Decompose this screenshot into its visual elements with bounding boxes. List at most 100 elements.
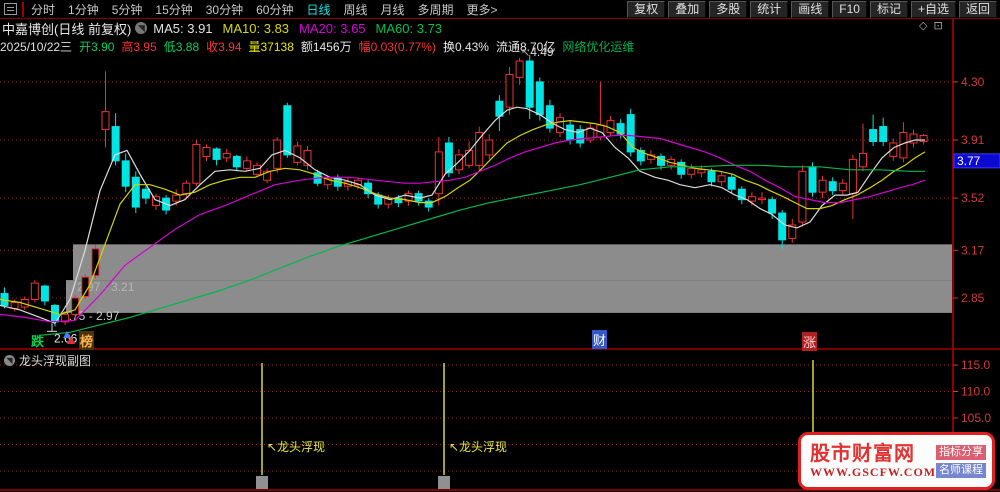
- sub-axis-label: 105.0: [961, 411, 991, 425]
- candle-body: [698, 170, 705, 173]
- candle-body: [748, 197, 755, 201]
- candle-body: [870, 130, 877, 142]
- quote-bar: 2025/10/22三 开3.90高3.95低3.88收3.94量37138额1…: [0, 37, 1000, 55]
- candle-body: [759, 198, 766, 199]
- period-tab-60分钟[interactable]: 60分钟: [256, 3, 293, 17]
- candle-body: [880, 127, 887, 142]
- toolbar-button-叠加[interactable]: 叠加: [668, 1, 706, 18]
- signal-marker: [256, 476, 268, 489]
- sub-chart-header[interactable]: ◥ 龙头浮现副图: [4, 352, 91, 369]
- period-tab-日线[interactable]: 日线: [306, 3, 330, 17]
- marker-cai[interactable]: 财: [592, 330, 607, 349]
- quote-item: 额1456万: [301, 40, 352, 54]
- toolbar-button-+自选[interactable]: +自选: [911, 1, 956, 18]
- quote-item: 量37138: [249, 40, 294, 54]
- candle-body: [728, 177, 735, 189]
- collapse-icon[interactable]: ◥: [135, 22, 147, 34]
- watermark-text-block: 股市财富网 WWW.GSCFW.COM: [810, 443, 936, 480]
- candle-body: [193, 144, 200, 183]
- toolbar-button-标记[interactable]: 标记: [870, 1, 908, 18]
- candle-body: [456, 155, 463, 170]
- candle-body: [839, 183, 846, 190]
- price-axis-label: 3.91: [961, 133, 985, 147]
- candle-body: [718, 176, 725, 182]
- watermark-url: WWW.GSCFW.COM: [810, 465, 936, 480]
- candle-body: [233, 156, 240, 166]
- sub-axis-label: 115.0: [961, 358, 990, 372]
- peak-arrow-icon: ↖: [521, 47, 530, 59]
- candle-body: [284, 106, 291, 155]
- period-tab-多周期[interactable]: 多周期: [418, 3, 454, 17]
- candle-body: [769, 200, 776, 213]
- ma-label: MA5: 3.91: [153, 21, 212, 36]
- ma-label: MA60: 3.73: [376, 21, 443, 36]
- toolbar-button-复权[interactable]: 复权: [627, 1, 665, 18]
- candle-body: [506, 74, 513, 107]
- price-axis-label: 4.30: [961, 75, 985, 89]
- candle-body: [466, 150, 473, 165]
- up-arrow-icon[interactable]: [63, 330, 78, 346]
- quote-item: 低3.88: [164, 40, 199, 54]
- quote-item: 幅0.03(0.77%): [359, 40, 436, 54]
- toolbar-button-统计[interactable]: 统计: [750, 1, 788, 18]
- stock-title: 中嘉博创(日线 前复权): [2, 19, 131, 38]
- quote-date: 2025/10/22三: [0, 38, 72, 55]
- toolbar-button-返回[interactable]: 返回: [959, 1, 997, 18]
- candle-body: [294, 146, 301, 162]
- candle-body: [557, 118, 564, 133]
- window-icon[interactable]: [4, 3, 17, 15]
- price-axis-label: 3.52: [961, 191, 985, 205]
- quote-item: 网络优化运维: [562, 40, 634, 54]
- candle-body: [536, 82, 543, 115]
- candle-body: [173, 195, 180, 201]
- candle-body: [526, 61, 533, 107]
- candle-body: [132, 177, 139, 207]
- period-tab-分时[interactable]: 分时: [31, 3, 55, 17]
- toolbar-divider: [22, 2, 24, 17]
- marker-rank[interactable]: 榜: [79, 331, 94, 350]
- signal-label: ↖龙头浮现: [267, 438, 325, 455]
- candle-body: [708, 171, 715, 181]
- candle-body: [829, 182, 836, 191]
- toolbar-button-多股[interactable]: 多股: [709, 1, 747, 18]
- watermark-title: 股市财富网: [810, 443, 936, 465]
- collapse-sub-icon[interactable]: ◥: [4, 355, 15, 366]
- chart-separator: [0, 348, 1000, 350]
- badge-teacher-course: 名师课程: [936, 463, 986, 478]
- toolbar-button-F10[interactable]: F10: [832, 1, 867, 18]
- period-tab-更多>[interactable]: 更多>: [467, 3, 498, 17]
- price-axis-line: [952, 19, 954, 55]
- candle-body: [203, 147, 210, 156]
- candle-body: [476, 133, 483, 166]
- candle-body: [243, 161, 250, 168]
- candle-body: [516, 61, 523, 77]
- marker-fall[interactable]: 跌: [31, 331, 44, 350]
- period-tab-月线[interactable]: 月线: [381, 3, 405, 17]
- candle-body: [627, 115, 634, 152]
- signal-marker: [438, 476, 450, 489]
- candle-body: [567, 125, 574, 140]
- ma-label: MA20: 3.65: [299, 21, 366, 36]
- period-tab-周线[interactable]: 周线: [343, 3, 367, 17]
- candle-body: [779, 213, 786, 240]
- peak-annotation: ↖4.49: [521, 45, 554, 59]
- candle-body: [799, 171, 806, 222]
- period-tab-15分钟[interactable]: 15分钟: [155, 3, 192, 17]
- watermark-badges: 指标分享 名师课程: [936, 445, 986, 478]
- candle-body: [112, 127, 119, 161]
- period-tab-30分钟[interactable]: 30分钟: [206, 3, 243, 17]
- period-tab-1分钟[interactable]: 1分钟: [68, 3, 99, 17]
- chart-canvas[interactable]: 2.97 - 3.212.75 - 2.972.664.303.913.523.…: [0, 55, 1000, 492]
- candle-body: [183, 183, 190, 193]
- candle-body: [31, 283, 38, 299]
- candle-body: [223, 153, 230, 157]
- period-tab-5分钟[interactable]: 5分钟: [112, 3, 143, 17]
- price-axis-label: 3.17: [961, 243, 985, 257]
- toolbar-button-画线[interactable]: 画线: [791, 1, 829, 18]
- chart-mini-icons[interactable]: ◇⊡: [919, 19, 949, 32]
- candle-body: [142, 189, 149, 198]
- quote-item: 换0.43%: [443, 40, 489, 54]
- stock-app-window: 分时 1分钟 5分钟 15分钟 30分钟 60分钟日线周线月线多周期更多> 复权叠加多股统…: [0, 0, 1000, 492]
- marker-zhang[interactable]: 涨: [802, 332, 817, 351]
- candle-body: [102, 112, 109, 130]
